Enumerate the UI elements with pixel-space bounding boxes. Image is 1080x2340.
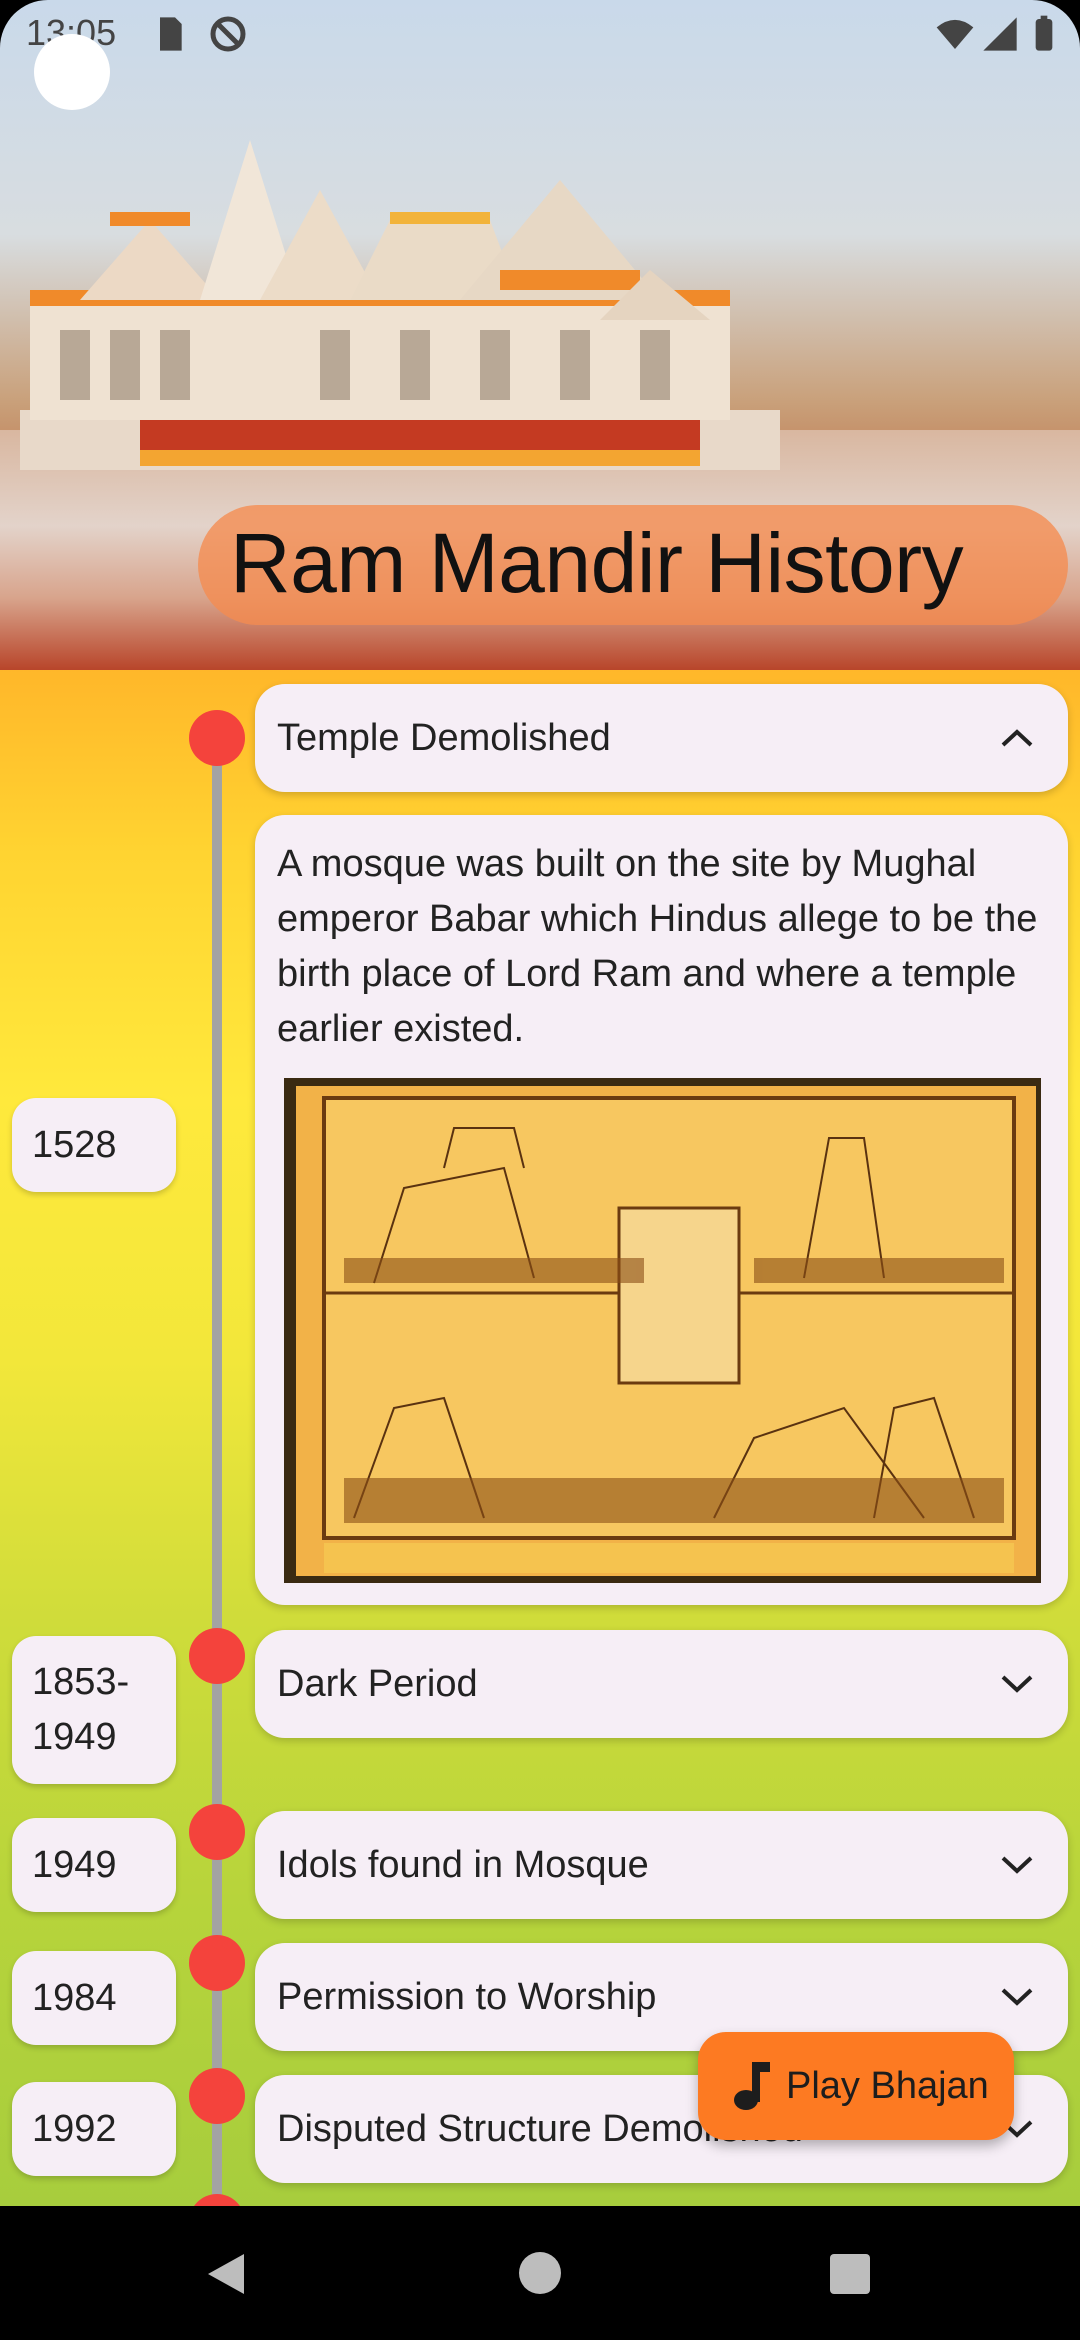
sd-card-icon [160, 17, 182, 51]
chevron-down-icon[interactable] [1000, 1987, 1034, 2007]
timeline-year: 1853- 1949 [12, 1636, 176, 1784]
timeline-dot [189, 2194, 245, 2206]
header-image: 13:05 Ram Mandir History [0, 0, 1080, 670]
timeline-card-title: Dark Period [277, 1662, 478, 1705]
timeline-dot [189, 1804, 245, 1860]
timeline-detail-panel: A mosque was built on the site by Mughal… [255, 815, 1068, 1605]
back-icon[interactable] [204, 2252, 248, 2296]
timeline-card-idols-found[interactable]: Idols found in Mosque [255, 1811, 1068, 1919]
timeline-year: 1992 [12, 2082, 176, 2176]
play-bhajan-label: Play Bhajan [786, 2064, 989, 2107]
page-title: Ram Mandir History [230, 516, 964, 610]
timeline-card-title: Idols found in Mosque [277, 1843, 649, 1886]
cell-signal-icon [983, 17, 1017, 51]
status-bar: 13:05 [0, 0, 1080, 70]
play-bhajan-button[interactable]: Play Bhajan [698, 2032, 1014, 2140]
sync-disabled-icon [210, 16, 246, 52]
timeline-dot [189, 710, 245, 766]
historical-sketch-image [284, 1078, 1041, 1583]
overlay-dot [34, 34, 110, 110]
timeline-card-title: Permission to Worship [277, 1975, 657, 2018]
temple-illustration [20, 140, 780, 470]
timeline-dot [189, 1628, 245, 1684]
chevron-up-icon[interactable] [1000, 728, 1034, 748]
timeline-dot [189, 2068, 245, 2124]
wifi-icon [936, 19, 974, 49]
timeline-card-dark-period[interactable]: Dark Period [255, 1630, 1068, 1738]
timeline-year: 1949 [12, 1818, 176, 1912]
app-screen: 13:05 Ram Mandir History Temple Demolish… [0, 0, 1080, 2340]
battery-icon [1035, 15, 1053, 51]
recents-icon[interactable] [830, 2254, 870, 2294]
timeline-year: 1984 [12, 1951, 176, 2045]
chevron-down-icon[interactable] [1000, 1674, 1034, 1694]
timeline-card-temple-demolished[interactable]: Temple Demolished [255, 684, 1068, 792]
timeline-dot [189, 1935, 245, 1991]
timeline-year: 1528 [12, 1098, 176, 1192]
home-icon[interactable] [519, 2252, 561, 2294]
timeline-card-title: Temple Demolished [277, 716, 611, 759]
timeline-description: A mosque was built on the site by Mughal… [277, 843, 1038, 1050]
chevron-down-icon[interactable] [1000, 1855, 1034, 1875]
music-note-icon [734, 2062, 770, 2110]
system-nav-bar [0, 2206, 1080, 2340]
timeline-container[interactable]: Temple Demolished A mosque was built on … [0, 670, 1080, 2206]
